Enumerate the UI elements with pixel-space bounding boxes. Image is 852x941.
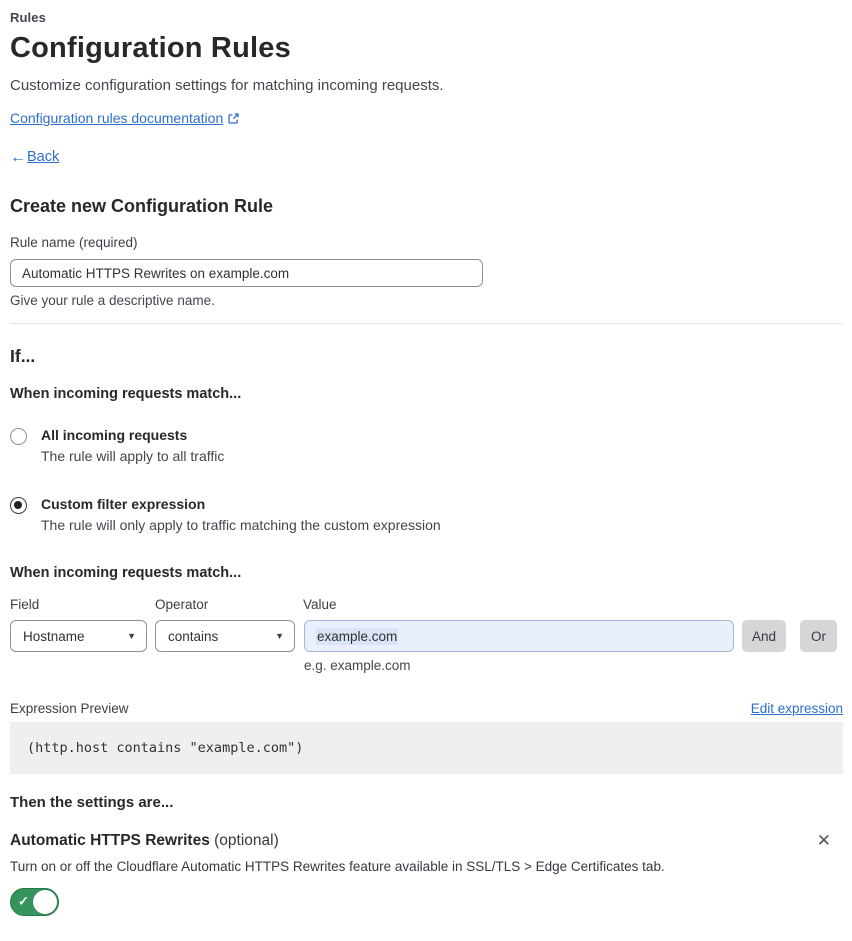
documentation-link[interactable]: Configuration rules documentation — [10, 110, 223, 127]
builder-labels-row: Field Operator Value — [10, 597, 843, 613]
radio-option-all-requests[interactable]: All incoming requests The rule will appl… — [10, 427, 843, 465]
radio-label: All incoming requests — [41, 427, 188, 443]
documentation-link-row: Configuration rules documentation — [10, 110, 843, 127]
field-select-value: Hostname — [23, 628, 85, 644]
back-arrow-icon: ← — [10, 149, 26, 166]
operator-select-value: contains — [168, 628, 219, 644]
and-button[interactable]: And — [742, 620, 786, 652]
field-label: Field — [10, 597, 40, 612]
section-divider — [10, 323, 843, 324]
page-title: Configuration Rules — [10, 32, 291, 64]
radio-unselected-icon[interactable] — [10, 428, 27, 445]
radio-description: The rule will apply to all traffic — [41, 448, 225, 464]
chevron-down-icon: ▼ — [127, 631, 136, 641]
page-subtitle: Customize configuration settings for mat… — [10, 77, 444, 94]
check-icon: ✓ — [18, 893, 29, 909]
configuration-rules-page: Rules Configuration Rules Customize conf… — [0, 0, 852, 941]
external-link-icon — [227, 112, 240, 125]
then-settings-heading: Then the settings are... — [10, 794, 174, 811]
chevron-down-icon: ▼ — [275, 631, 284, 641]
expression-preview-row: Expression Preview Edit expression — [10, 701, 843, 717]
radio-description: The rule will only apply to traffic matc… — [41, 517, 441, 533]
if-heading: If... — [10, 346, 36, 366]
back-link[interactable]: Back — [27, 149, 59, 166]
radio-option-custom-filter[interactable]: Custom filter expression The rule will o… — [10, 496, 843, 534]
expression-preview-label: Expression Preview — [10, 701, 129, 716]
radio-selected-icon[interactable] — [10, 497, 27, 514]
field-select[interactable]: Hostname ▼ — [10, 620, 147, 652]
match-type-heading: When incoming requests match... — [10, 386, 242, 402]
setting-optional-label: (optional) — [214, 832, 279, 849]
breadcrumb: Rules — [10, 10, 46, 25]
value-input-text: example.com — [316, 627, 399, 645]
builder-controls-row: Hostname ▼ contains ▼ example.com And Or — [10, 620, 843, 652]
setting-card-header: Automatic HTTPS Rewrites (optional) ✕ — [10, 831, 843, 850]
operator-select[interactable]: contains ▼ — [155, 620, 295, 652]
expression-code-box: (http.host contains "example.com") — [10, 722, 843, 774]
setting-title: Automatic HTTPS Rewrites — [10, 832, 210, 849]
rule-name-label: Rule name (required) — [10, 235, 138, 250]
create-rule-heading: Create new Configuration Rule — [10, 196, 274, 216]
builder-heading: When incoming requests match... — [10, 565, 242, 581]
or-button[interactable]: Or — [800, 620, 837, 652]
radio-label: Custom filter expression — [41, 496, 206, 512]
value-input[interactable]: example.com — [304, 620, 734, 652]
value-label: Value — [303, 597, 337, 612]
rule-name-input[interactable] — [10, 259, 483, 287]
toggle-knob — [33, 890, 57, 914]
setting-description: Turn on or off the Cloudflare Automatic … — [10, 859, 665, 874]
operator-label: Operator — [155, 597, 209, 612]
rule-name-helper: Give your rule a descriptive name. — [10, 293, 215, 308]
close-icon[interactable]: ✕ — [813, 832, 835, 849]
automatic-https-rewrites-toggle[interactable]: ✓ — [10, 888, 59, 916]
expression-code: (http.host contains "example.com") — [27, 740, 304, 756]
back-link-row: ← Back — [10, 149, 843, 166]
edit-expression-link[interactable]: Edit expression — [751, 701, 843, 717]
value-helper: e.g. example.com — [304, 658, 411, 673]
